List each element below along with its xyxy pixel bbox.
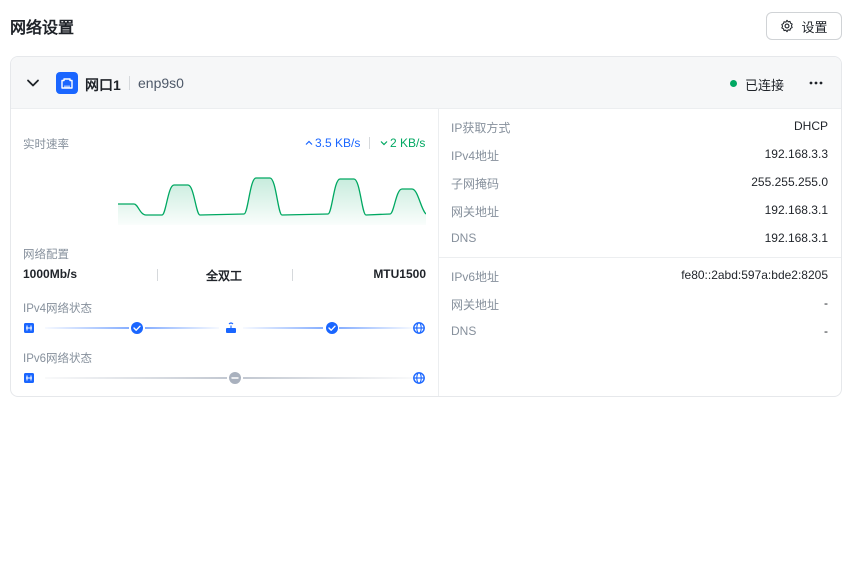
dns-row: DNS 192.168.3.1 [439,229,841,249]
ipv6-status-label: IPv6网络状态 [23,353,93,365]
ip-method-value: DHCP [793,119,828,133]
connection-status: 已连接 [745,78,785,93]
gear-icon [780,19,794,33]
upload-speed: 3.5 KB/s [305,136,360,150]
subnet-mask-label: 子网掩码 [451,177,500,191]
ip-method-label: IP获取方式 [451,121,511,135]
ipv6-gateway-label: 网关地址 [451,298,500,312]
interface-name: enp9s0 [138,75,184,91]
address-panel: IP获取方式 DHCP IPv4地址 192.168.3.3 子网掩码 255.… [439,109,841,396]
router-icon [226,322,236,333]
port-card: 网口1 enp9s0 已连接 实时速率 3.5 KB/s 2 KB/s 网络配置… [10,56,842,397]
ip-method-row: IP获取方式 DHCP [439,117,841,137]
link-speed: 1000Mb/s [23,267,78,281]
subnet-mask-row: 子网掩码 255.255.255.0 [439,173,841,193]
minus-icon [229,372,241,384]
ipv6-gateway-row: 网关地址 - [439,294,841,314]
download-speed: 2 KB/s [380,136,425,150]
check-icon [326,322,338,334]
dns-value: 192.168.3.1 [764,231,828,245]
header-divider [129,76,130,90]
ipv6-address-row: IPv6地址 fe80::2abd:597a:bde2:8205 [439,266,841,286]
config-label: 网络配置 [23,249,69,261]
port-card-header[interactable]: 网口1 enp9s0 已连接 [11,57,841,109]
ipv6-dns-row: DNS - [439,322,841,342]
config-divider [292,269,293,281]
globe-icon [413,322,425,334]
subnet-mask-value: 255.255.255.0 [751,175,828,189]
ethernet-port-icon [56,72,78,94]
status-dot [730,80,737,87]
port-name: 网口1 [85,77,121,93]
ipv6-gateway-value: - [824,296,828,310]
traffic-panel: 实时速率 3.5 KB/s 2 KB/s 网络配置 1000Mb/s 全双工 M… [11,109,438,396]
duplex-mode: 全双工 [206,269,243,283]
gateway-label: 网关地址 [451,205,500,219]
mtu-value: MTU1500 [373,267,426,281]
gateway-row: 网关地址 192.168.3.1 [439,201,841,221]
lan-icon [24,323,34,333]
gateway-value: 192.168.3.1 [764,203,828,217]
upload-speed-value: 3.5 KB/s [315,136,361,150]
check-icon [131,322,143,334]
download-speed-value: 2 KB/s [390,136,426,150]
traffic-sparkline [118,177,426,225]
dns-label: DNS [451,231,477,245]
ipv6-dns-value: - [824,324,828,338]
arrow-up-icon [305,139,313,147]
speed-divider [369,137,370,149]
chevron-down-icon[interactable] [24,74,42,92]
arrow-down-icon [380,139,388,147]
ipv4-status-label: IPv4网络状态 [23,303,93,315]
ipv4-address-value: 192.168.3.3 [764,147,828,161]
lan-icon [24,373,34,383]
page-title: 网络设置 [10,20,75,37]
settings-button-label: 设置 [801,19,828,35]
ipv4-address-label: IPv4地址 [451,149,500,163]
ipv6-status-track [23,371,426,385]
ipv6-dns-label: DNS [451,324,477,338]
ipv4-ipv6-divider [439,257,841,258]
config-divider [157,269,158,281]
more-options-icon[interactable] [806,74,826,92]
ipv6-address-value: fe80::2abd:597a:bde2:8205 [681,268,828,282]
ipv4-status-track [23,321,426,335]
settings-button[interactable]: 设置 [766,12,842,40]
ipv6-address-label: IPv6地址 [451,270,500,284]
globe-icon [413,372,425,384]
speed-label: 实时速率 [23,139,69,151]
ipv4-address-row: IPv4地址 192.168.3.3 [439,145,841,165]
